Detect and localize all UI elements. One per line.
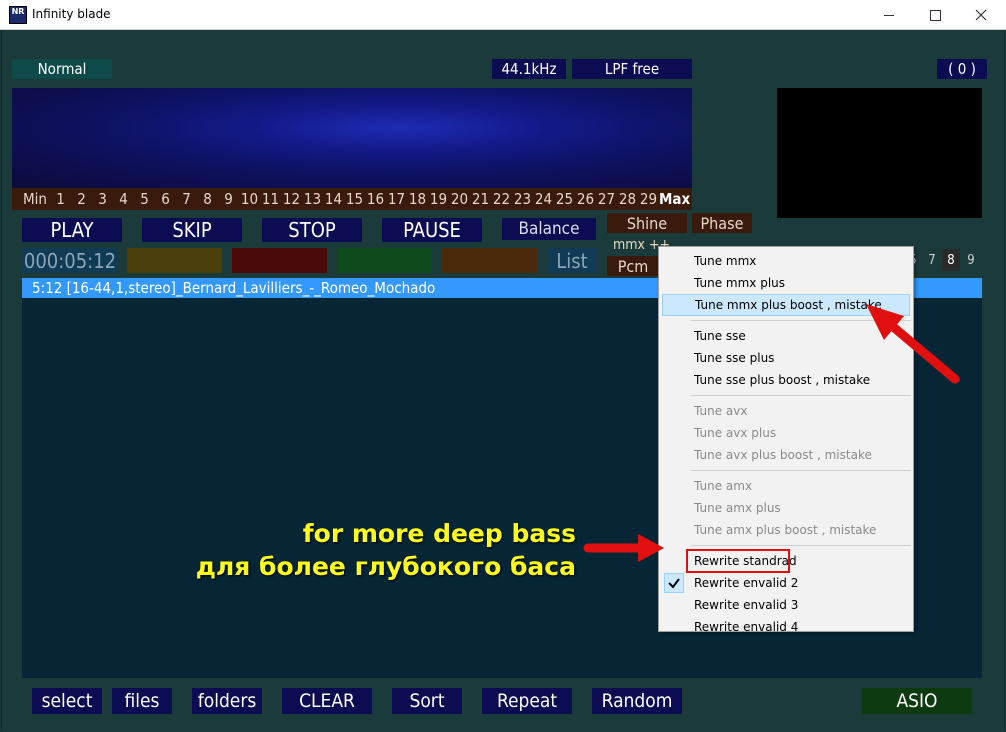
- repeat-button[interactable]: Repeat: [482, 688, 572, 714]
- annotation-arrows: [583, 304, 960, 562]
- clear-button[interactable]: CLEAR: [282, 688, 372, 714]
- folders-button[interactable]: folders: [192, 688, 262, 714]
- random-button[interactable]: Random: [592, 688, 682, 714]
- arrow-to-rewrite-item: [583, 534, 664, 562]
- asio-button[interactable]: ASIO: [862, 688, 972, 714]
- sort-button[interactable]: Sort: [392, 688, 462, 714]
- arrow-to-boost-item: [866, 304, 960, 384]
- files-button[interactable]: files: [112, 688, 172, 714]
- select-button[interactable]: select: [32, 688, 102, 714]
